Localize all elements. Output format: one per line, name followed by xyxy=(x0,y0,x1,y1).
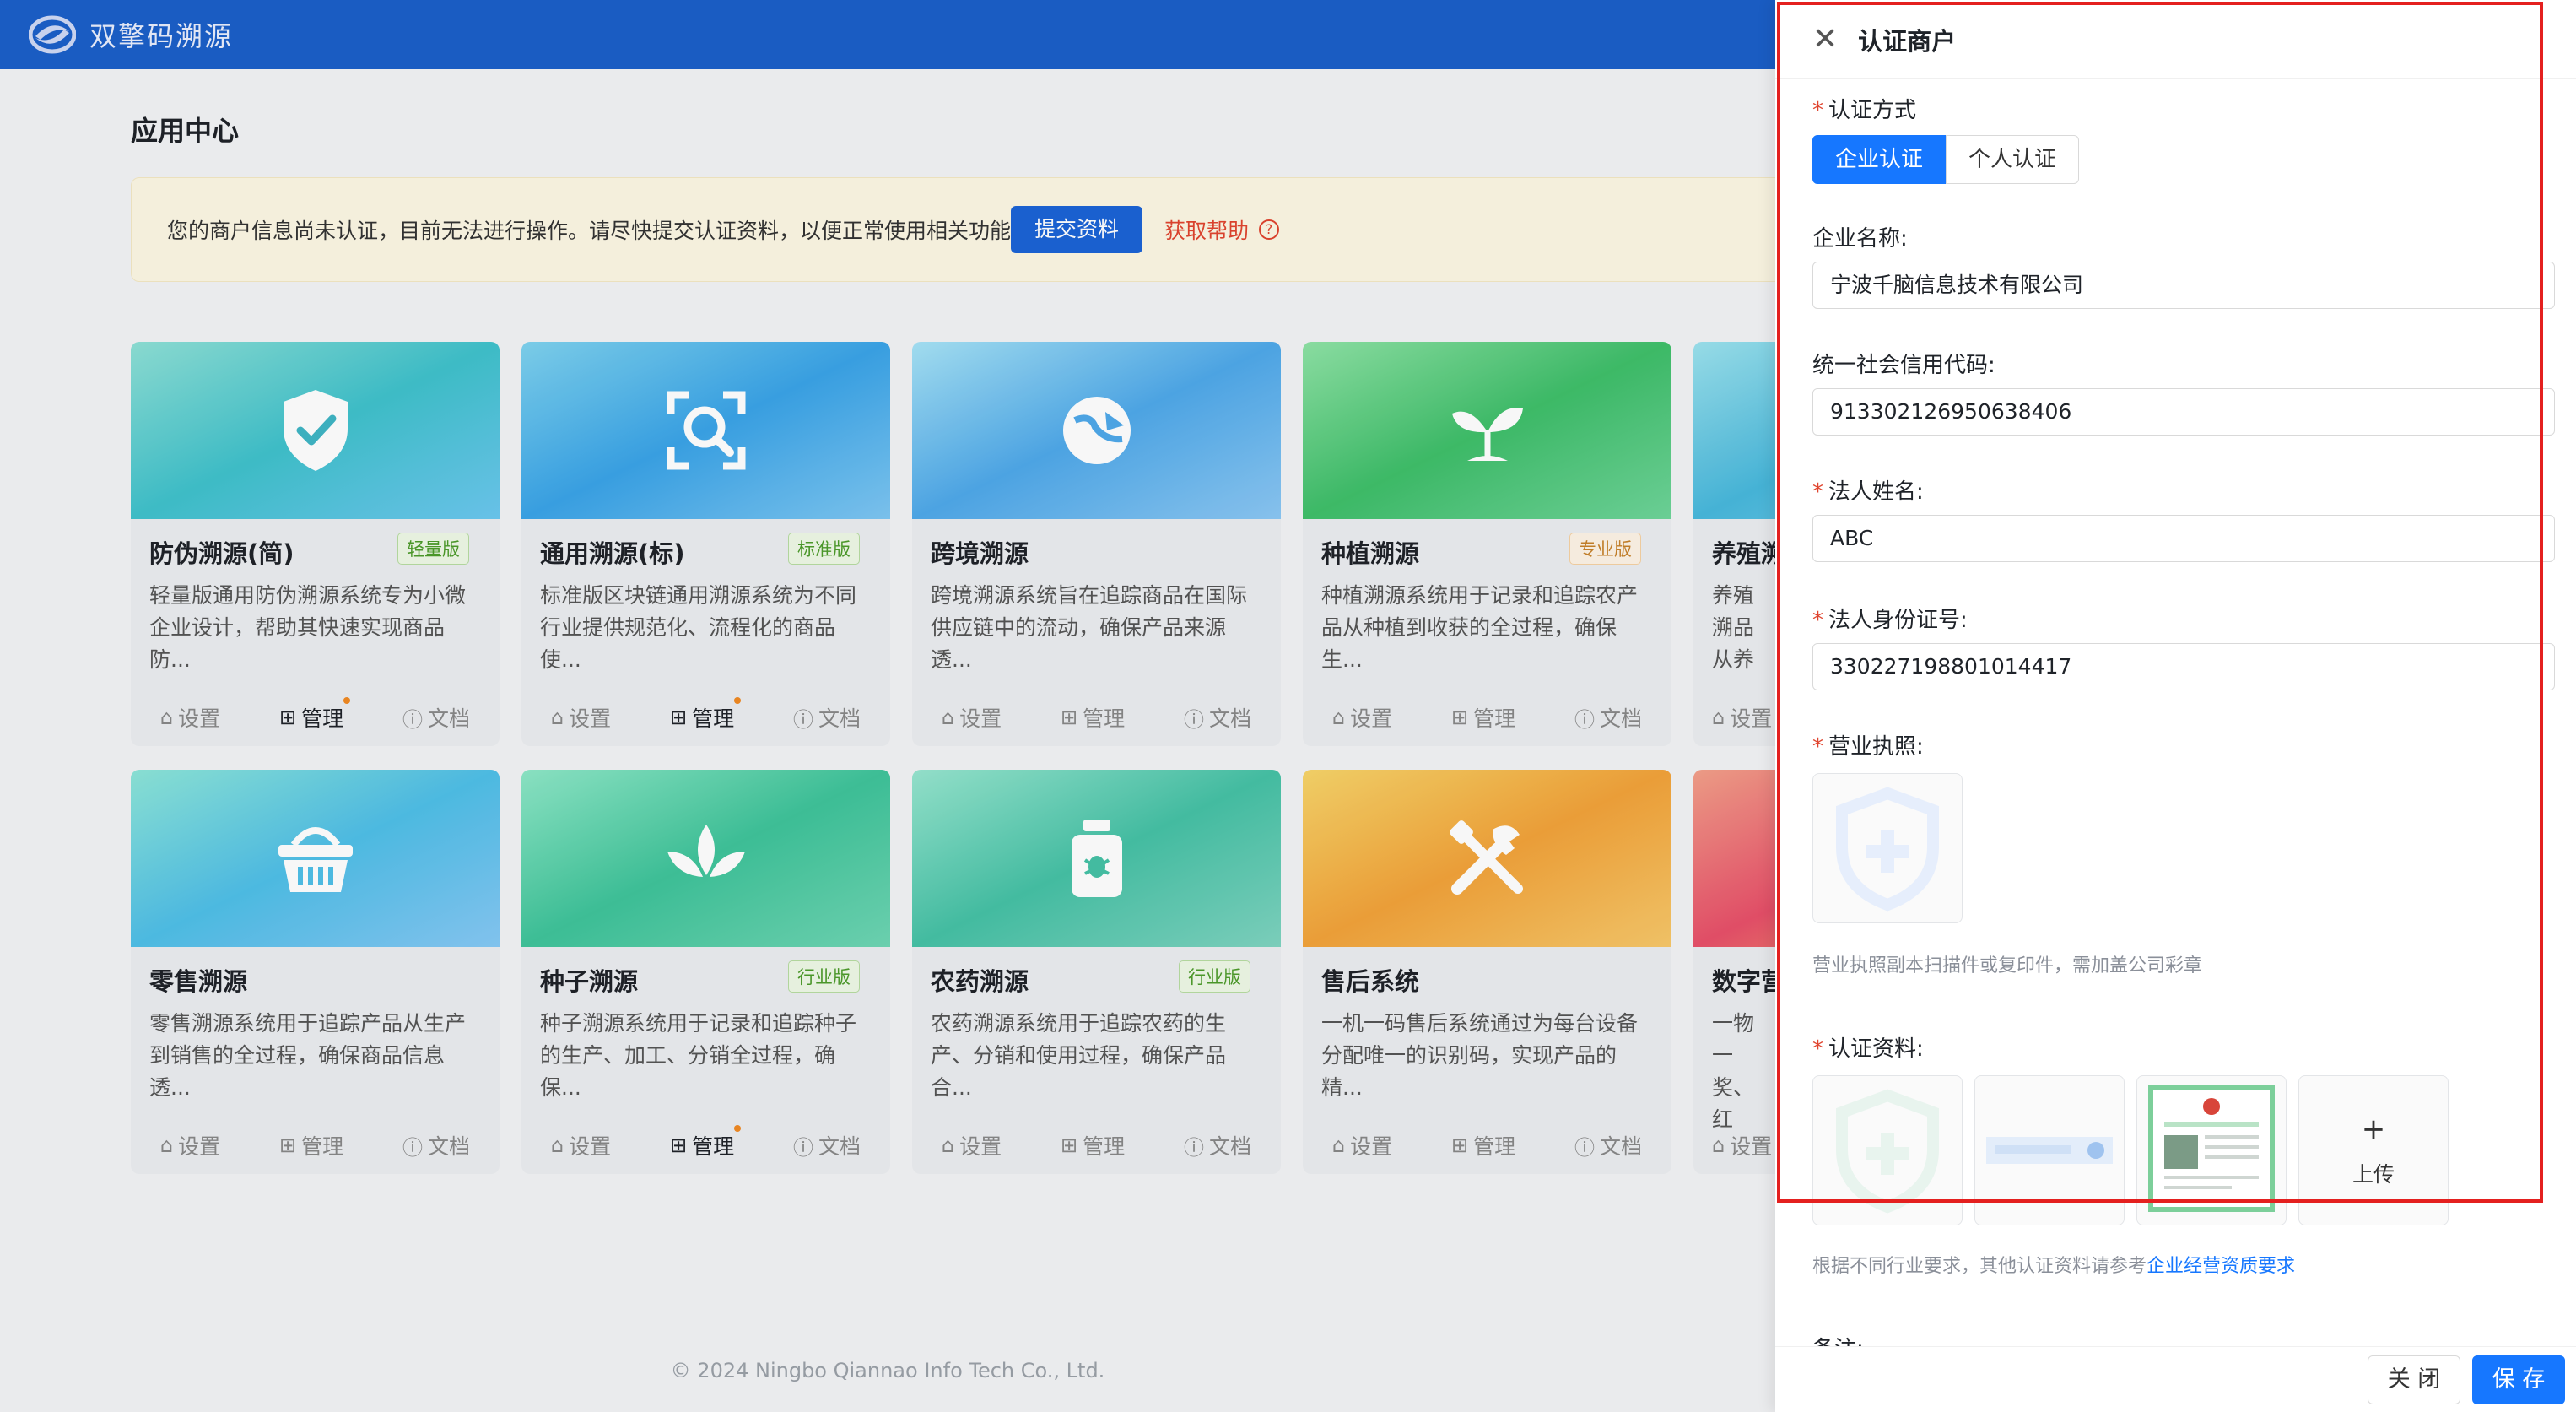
save-button[interactable]: 保 存 xyxy=(2472,1355,2565,1404)
company-name-label: 企业名称: xyxy=(1812,226,1908,252)
required-mark: * xyxy=(1812,98,1823,123)
auth-method-text: 认证方式 xyxy=(1828,98,1917,123)
materials-label: * 认证资料: xyxy=(1812,1031,1924,1063)
credit-code-label: 统一社会信用代码: xyxy=(1812,353,1995,378)
qualification-requirements-link[interactable]: 企业经营资质要求 xyxy=(2147,1256,2295,1277)
legal-name-input[interactable]: ABC xyxy=(1812,515,2555,562)
license-upload[interactable] xyxy=(1812,773,1963,923)
enterprise-auth-option[interactable]: 企业认证 xyxy=(1812,135,1947,184)
legal-id-label: * 法人身份证号: xyxy=(1812,603,1968,634)
business-license-image xyxy=(2148,1085,2275,1212)
credit-code-input[interactable]: 913302126950638406 xyxy=(1812,388,2555,436)
required-mark: * xyxy=(1812,734,1823,760)
close-button[interactable]: 关 闭 xyxy=(2368,1355,2460,1404)
required-mark: * xyxy=(1812,479,1823,505)
legal-name-label: * 法人姓名: xyxy=(1812,474,1924,506)
plus-icon: + xyxy=(2361,1112,2386,1146)
shield-plus-icon xyxy=(1836,1089,1939,1214)
required-mark: * xyxy=(1812,608,1823,633)
legal-name-text: 法人姓名: xyxy=(1828,479,1924,505)
drawer-footer: 关 闭 保 存 xyxy=(1775,1346,2576,1412)
company-name-input[interactable]: 宁波千脑信息技术有限公司 xyxy=(1812,262,2555,309)
materials-hint: 根据不同行业要求，其他认证资料请参考企业经营资质要求 xyxy=(1812,1251,2295,1278)
license-text: 营业执照: xyxy=(1828,734,1924,760)
verify-merchant-drawer: ✕ 认证商户 * 认证方式 企业认证 个人认证 企业名称: 宁波千脑信息技术有限公… xyxy=(1775,0,2576,1412)
material-thumb[interactable] xyxy=(2136,1075,2287,1225)
license-hint: 营业执照副本扫描件或复印件，需加盖公司彩章 xyxy=(1812,955,2203,976)
drawer-header: ✕ 认证商户 xyxy=(1775,0,2576,79)
drawer-title: 认证商户 xyxy=(1858,26,1957,56)
material-thumb[interactable] xyxy=(1974,1075,2125,1225)
personal-auth-option[interactable]: 个人认证 xyxy=(1946,135,2080,184)
materials-hint-text: 根据不同行业要求，其他认证资料请参考 xyxy=(1812,1256,2147,1277)
legal-id-input[interactable]: 330227198801014417 xyxy=(1812,643,2555,690)
materials-text: 认证资料: xyxy=(1828,1036,1924,1062)
drawer-mask[interactable] xyxy=(0,0,1775,1412)
material-thumb[interactable] xyxy=(1812,1075,1963,1225)
upload-label: 上传 xyxy=(2352,1162,2395,1187)
legal-id-text: 法人身份证号: xyxy=(1828,608,1968,633)
auth-method-toggle: 企业认证 个人认证 xyxy=(1812,135,2080,184)
upload-button[interactable]: + 上传 xyxy=(2298,1075,2449,1225)
auth-method-label: * 认证方式 xyxy=(1812,93,1916,124)
id-card-image xyxy=(1986,1137,2113,1164)
close-icon[interactable]: ✕ xyxy=(1812,22,1838,57)
required-mark: * xyxy=(1812,1036,1823,1062)
shield-plus-icon xyxy=(1836,787,1939,912)
license-label: * 营业执照: xyxy=(1812,729,1924,760)
